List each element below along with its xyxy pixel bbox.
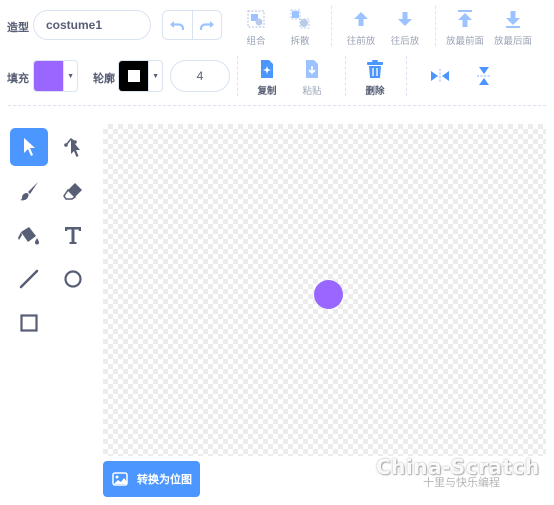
group-label: 组合 [246, 36, 266, 47]
chevron-down-icon: ▼ [148, 61, 162, 91]
select-tool[interactable] [10, 128, 48, 166]
forward-label: 往前放 [346, 36, 376, 47]
redo-button[interactable] [191, 11, 222, 39]
text-tool[interactable] [54, 216, 92, 254]
paint-canvas[interactable] [103, 124, 546, 456]
fill-swatch [34, 61, 64, 91]
paste-icon [306, 60, 318, 78]
separator [345, 56, 346, 96]
separator [406, 56, 407, 96]
group-icon [247, 10, 265, 28]
eraser-icon [63, 183, 82, 200]
separator [435, 6, 436, 46]
paste-label: 粘贴 [302, 86, 322, 97]
watermark-subtitle: 十里与快乐编程 [423, 477, 500, 489]
brush-tool[interactable] [10, 172, 48, 210]
copy-icon [261, 60, 273, 78]
back-label: 放最后面 [493, 36, 532, 47]
fill-color-picker[interactable]: ▼ [33, 60, 78, 92]
purple-circle-shape[interactable] [314, 280, 343, 309]
fill-icon [18, 227, 39, 245]
flip-horizontal-button[interactable] [421, 57, 459, 95]
ungroup-label: 拆散 [290, 36, 310, 47]
trash-icon [367, 60, 383, 78]
reshape-tool[interactable] [54, 128, 92, 166]
delete-label: 删除 [365, 86, 385, 97]
outline-color-picker[interactable]: ▼ [118, 60, 163, 92]
flip-vertical-button[interactable] [465, 57, 503, 95]
back-button[interactable]: 放最后面 [486, 8, 540, 47]
arrow-down-icon [398, 12, 412, 26]
arrow-up-icon [354, 12, 368, 26]
convert-label: 转换为位图 [137, 474, 192, 486]
brush-icon [20, 182, 38, 201]
line-icon [19, 269, 39, 289]
outline-size-input[interactable]: 4 [170, 60, 230, 92]
separator [237, 56, 238, 96]
outline-swatch [119, 61, 149, 91]
reshape-icon [64, 137, 80, 157]
rectangle-tool[interactable] [10, 304, 48, 342]
front-button[interactable]: 放最前面 [438, 8, 492, 47]
undo-button[interactable] [163, 11, 192, 39]
backward-label: 往后放 [390, 36, 420, 47]
toolbar-divider [8, 105, 546, 106]
chevron-down-icon: ▼ [63, 61, 77, 91]
delete-button[interactable]: 删除 [348, 58, 402, 97]
eraser-tool[interactable] [54, 172, 92, 210]
rectangle-icon [20, 314, 38, 332]
fill-tool[interactable] [10, 216, 48, 254]
redo-icon [199, 21, 214, 30]
circle-icon [64, 270, 82, 288]
flip-horizontal-icon [431, 69, 449, 83]
image-icon [112, 472, 128, 486]
ungroup-button[interactable]: 拆散 [273, 8, 327, 47]
circle-tool[interactable] [54, 260, 92, 298]
undo-redo-group [162, 10, 222, 40]
separator [331, 6, 332, 46]
line-tool[interactable] [10, 260, 48, 298]
paste-button[interactable]: 粘贴 [285, 58, 339, 97]
outline-label: 轮廓 [93, 73, 115, 85]
fill-label: 填充 [7, 73, 29, 85]
costume-label: 造型 [7, 22, 29, 34]
text-icon [65, 227, 81, 244]
backward-button[interactable]: 往后放 [378, 8, 432, 47]
costume-name-input[interactable]: costume1 [33, 10, 151, 40]
front-label: 放最前面 [445, 36, 484, 47]
arrow-bottom-icon [506, 11, 520, 28]
undo-icon [170, 21, 185, 30]
flip-vertical-icon [477, 67, 491, 85]
copy-label: 复制 [257, 86, 277, 97]
ungroup-icon [290, 9, 310, 29]
select-icon [24, 138, 35, 156]
arrow-top-icon [458, 10, 472, 27]
convert-to-bitmap-button[interactable]: 转换为位图 [103, 461, 200, 497]
